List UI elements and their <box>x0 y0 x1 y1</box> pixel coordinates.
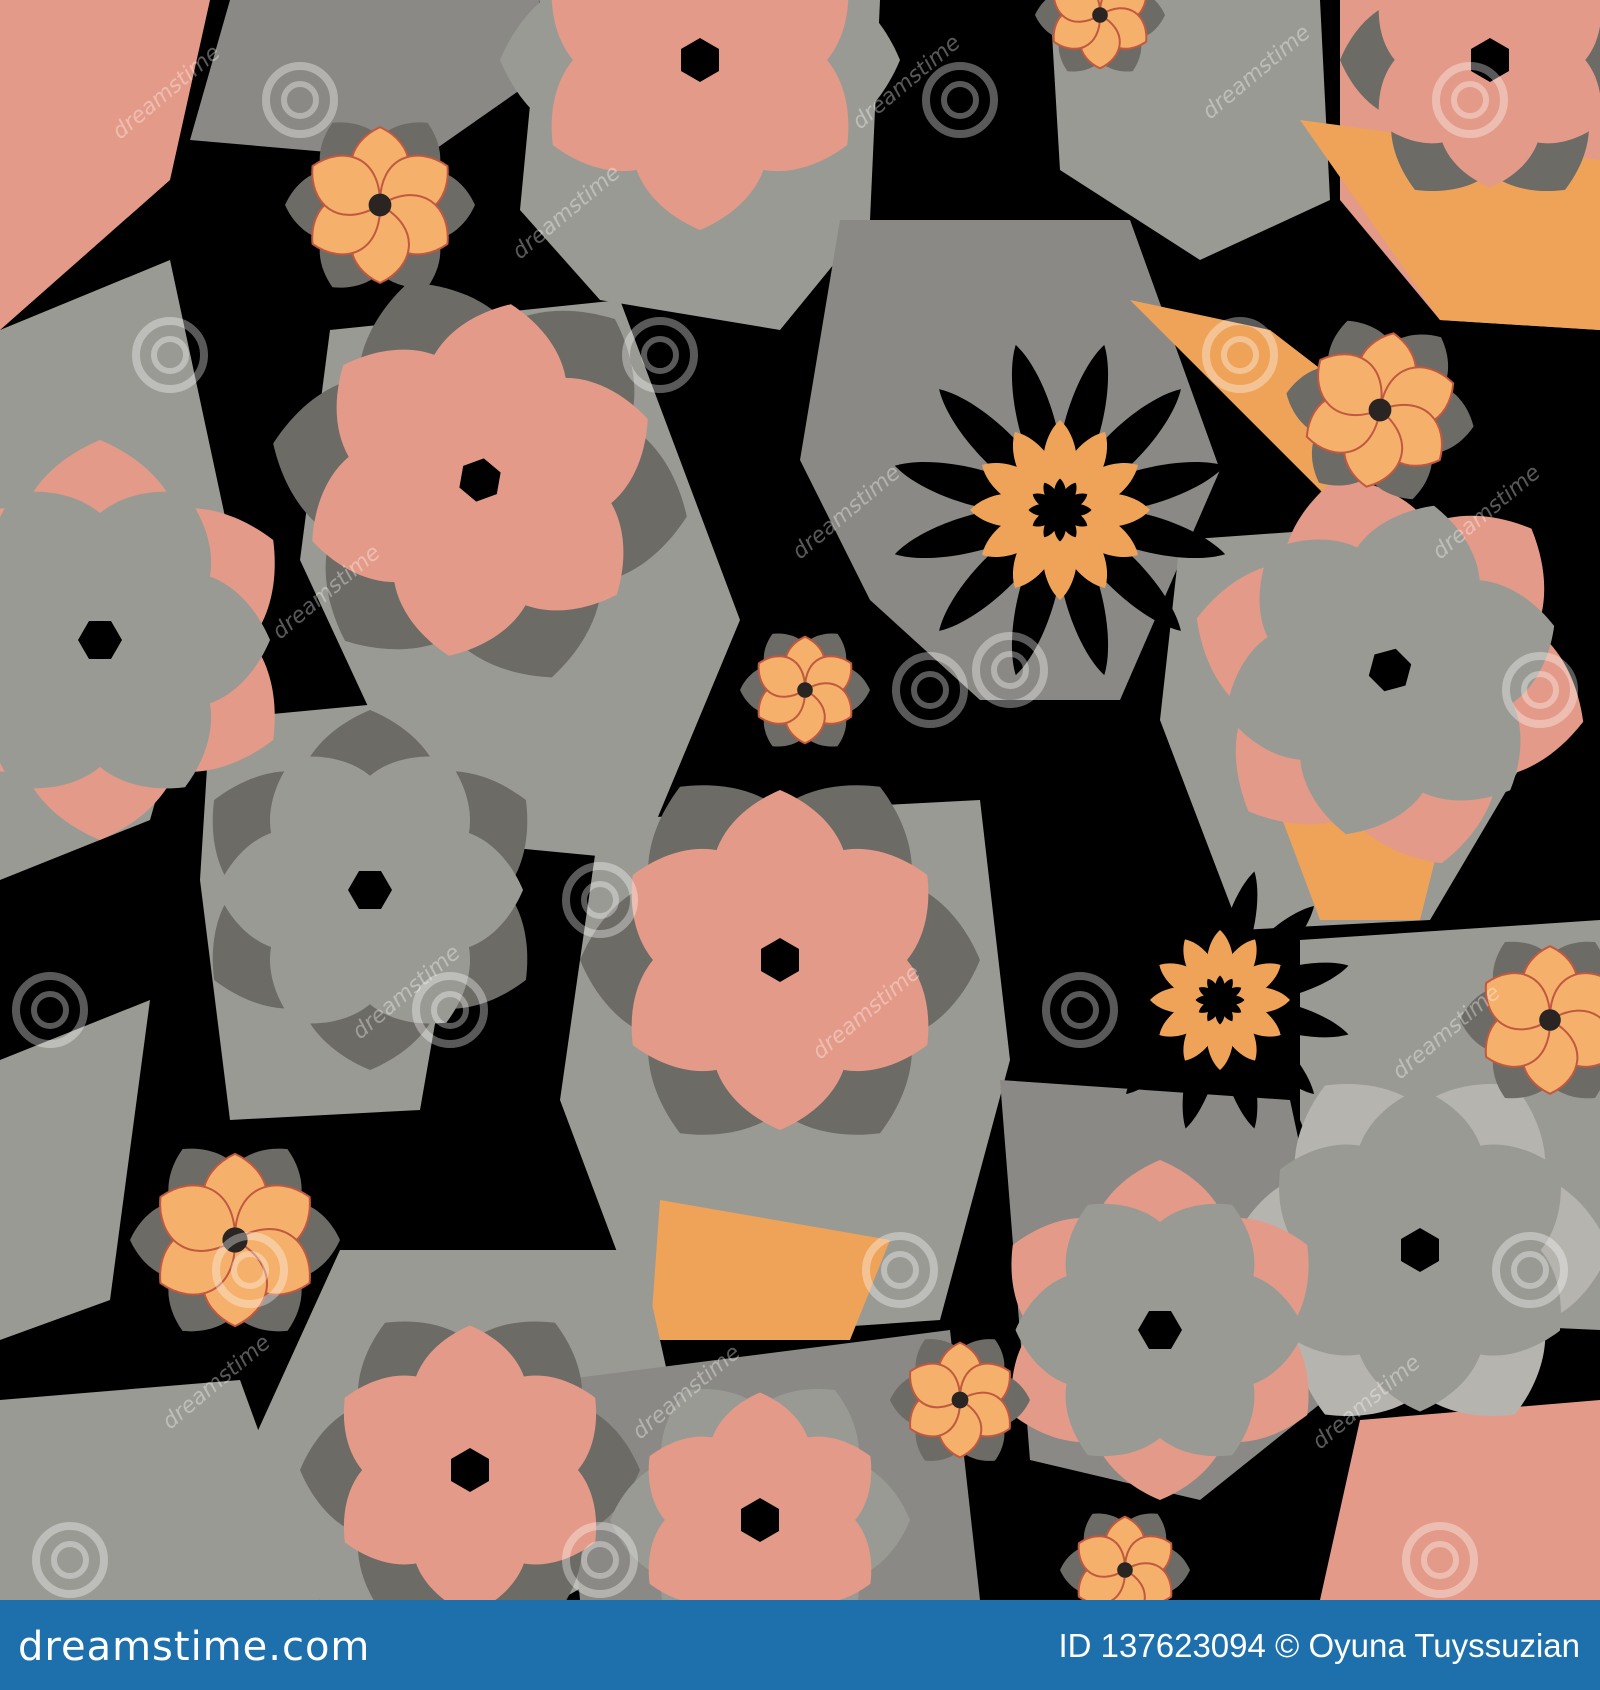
dreamstime-logo[interactable]: dreamstime.com <box>18 1624 370 1670</box>
panel <box>1320 1400 1600 1600</box>
image-credit: ID 137623094 © Oyuna Tuyssuzian <box>1058 1627 1580 1664</box>
stock-photo-footer: dreamstime.com ID 137623094 © Oyuna Tuys… <box>0 1600 1600 1690</box>
floral-pattern-image: dreamstime dreamstime dreamstime dreamstime… <box>0 0 1600 1600</box>
floral-pattern-svg: dreamstimedreamstimedreamstime dreamstime… <box>0 0 1600 1600</box>
